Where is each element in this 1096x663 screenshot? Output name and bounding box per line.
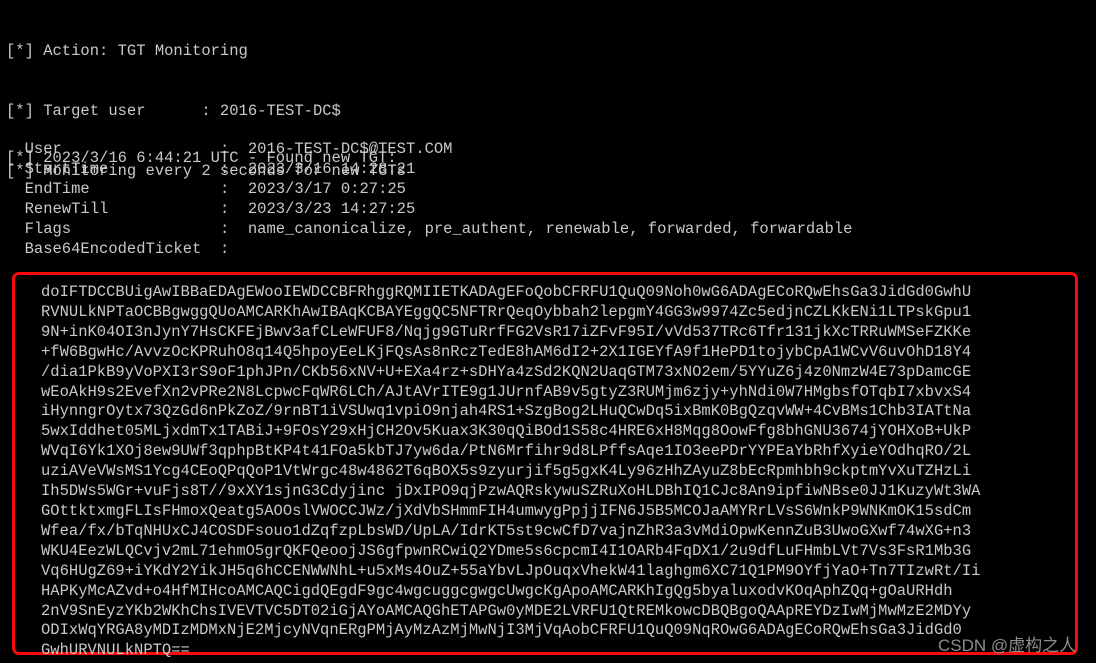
csdn-watermark: CSDN @虚构之人 [938,636,1077,655]
ticket-field-separator: : [219,240,248,258]
ticket-field-row: EndTime : 2023/3/17 0:27:25 [6,179,852,199]
base64-ticket-line: +fW6BgwHc/AvvzOcKPRuhO8q14Q5hpoyEeLKjFQs… [41,342,972,361]
base64-ticket-line: HAPKyMcAZvd+o4HfMIHcoAMCAQCigdQEgdF9gc4w… [41,581,953,600]
ticket-field-row: StartTime : 2023/3/16 14:28:21 [6,159,852,179]
base64-ticket-line: uziAVeVWsMS1Ycg4CEoQPqQoP1VtWrgc48w4862T… [41,462,972,481]
base64-ticket-line: 5wxIddhet05MLjxdmTx1TABiJ+9FOsY29xHjCH2O… [41,422,972,441]
ticket-fields-list: User : 2016-TEST-DC$@TEST.COM StartTime … [6,139,853,259]
header-line-action: [*] Action: TGT Monitoring [6,42,248,60]
ticket-field-label: StartTime [6,160,220,178]
base64-ticket-line: Wfea/fx/bTqNHUxCJ4COSDFsouo1dZqfzpLbsWD/… [41,521,972,540]
ticket-field-value: name_canonicalize, pre_authent, renewabl… [247,220,853,238]
ticket-field-separator: : [219,180,248,198]
ticket-field-value: 2023/3/16 14:28:21 [247,160,416,178]
ticket-field-label: EndTime [6,180,220,198]
base64-ticket-line: RVNULkNPTaOCBBgwggQUoAMCARKhAwIBAqKCBAYE… [41,302,972,321]
ticket-field-label: RenewTill [6,200,220,218]
ticket-field-row: RenewTill : 2023/3/23 14:27:25 [6,199,852,219]
ticket-field-separator: : [219,200,248,218]
ticket-field-row: User : 2016-TEST-DC$@TEST.COM [6,139,852,159]
ticket-field-value: 2023/3/17 0:27:25 [247,180,406,198]
ticket-field-separator: : [219,220,248,238]
base64-ticket-line: 9N+inK04OI3nJynY7HsCKFEjBwv3afCLeWFUF8/N… [41,322,972,341]
ticket-field-value: 2023/3/23 14:27:25 [247,200,416,218]
ticket-field-separator: : [219,140,248,158]
base64-ticket-line: wEoAkH9s2EvefXn2vPRe2N8LcpwcFqWR6LCh/AJt… [41,382,972,401]
base64-ticket-line: GOttktxmgFLIsFHmoxQeatg5AOOslVWOCCJWz/jX… [41,501,972,520]
base64-ticket-line: WVqI6Yk1XOj8ew9UWf3qphpBtKP4t41FOa5kbTJ7… [41,442,972,461]
base64-ticket-line: /dia1PkB9yVoPXI3rS9oF1phJPn/CKb56xNV+U+E… [41,362,972,381]
ticket-field-row: Flags : name_canonicalize, pre_authent, … [6,219,853,239]
base64-ticket-text: doIFTDCCBUigAwIBBaEDAgEWooIEWDCCBFRhggRQ… [41,283,980,661]
ticket-field-separator: : [219,160,248,178]
ticket-field-label: User [6,140,220,158]
base64-ticket-line: Vq6HUgZ69+iYKdY2YikJH5q6hCCENWWNhL+u5xMs… [41,561,981,580]
terminal-window: [*] Action: TGT Monitoring [*] Target us… [0,0,1096,663]
ticket-field-label: Flags [6,220,220,238]
base64-ticket-line: doIFTDCCBUigAwIBBaEDAgEWooIEWDCCBFRhggRQ… [41,283,972,301]
base64-ticket-highlight-box: doIFTDCCBUigAwIBBaEDAgEWooIEWDCCBFRhggRQ… [12,272,1078,659]
base64-ticket-line: GwhURVNULkNPTQ== [41,641,190,660]
ticket-field-row: Base64EncodedTicket : [6,239,852,259]
base64-ticket-line: 2nV9SnEyzYKb2WKhChsIVEVTVC5DT02iGjAYoAMC… [41,601,972,620]
base64-ticket-line: iHynngrOytx73QzGd6nPkZoZ/9rnBT1iVSUwq1vp… [41,402,972,421]
ticket-field-label: Base64EncodedTicket [6,240,220,258]
ticket-field-value: 2016-TEST-DC$@TEST.COM [247,140,453,158]
base64-ticket-line: ODIxWqYRGA8yMDIzMDMxNjE2MjcyNVqnERgPMjAy… [41,621,962,640]
base64-ticket-line: WKU4EezWLQCvjv2mL71ehmO5grQKFQeoojJS6gfp… [41,541,972,560]
base64-ticket-line: Ih5DWs5WGr+vuFjs8T//9xXY1sjnG3Cdyjinc jD… [41,482,981,501]
